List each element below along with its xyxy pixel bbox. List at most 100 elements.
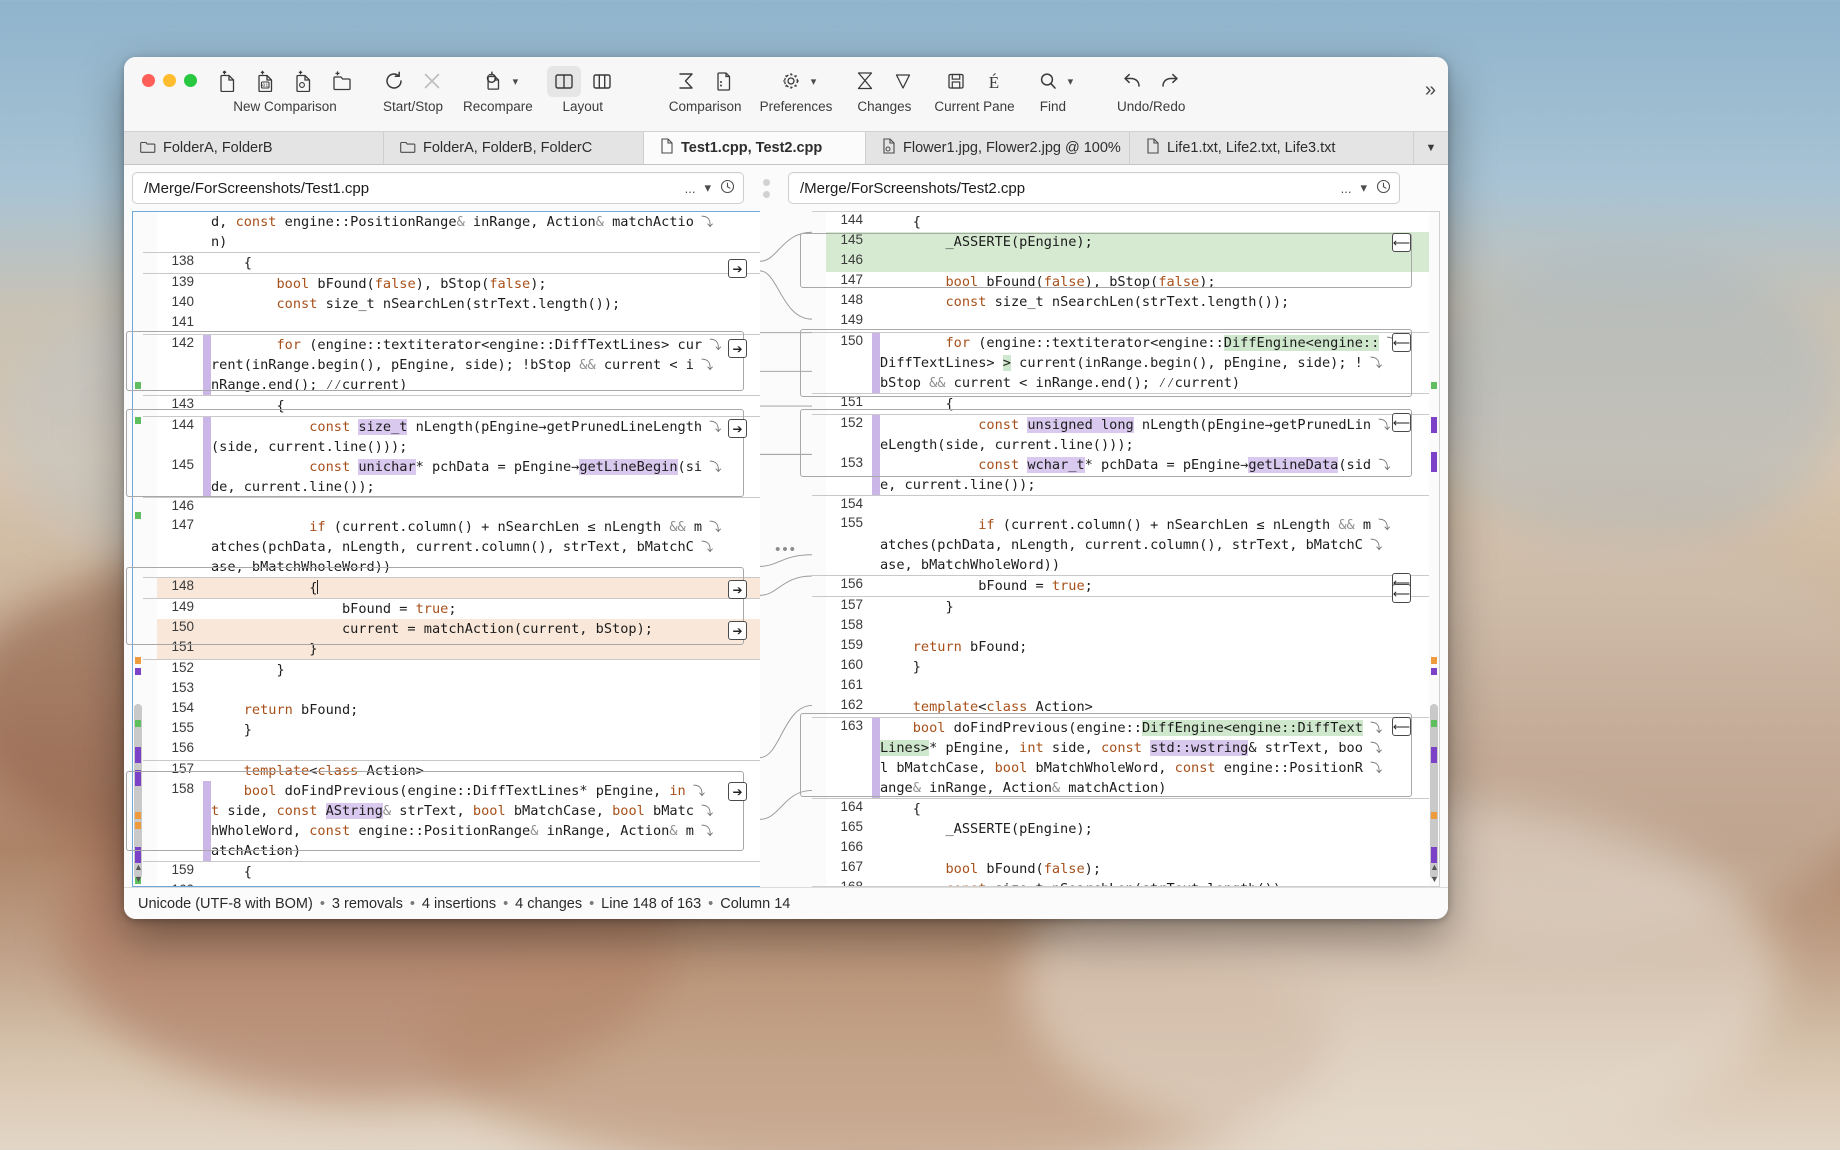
right-nav-arrows[interactable]: ▲ ▼ [1430, 862, 1439, 884]
previous-change-button[interactable] [848, 66, 882, 97]
new-file-comparison-button[interactable] [211, 66, 245, 97]
close-window-button[interactable] [142, 74, 155, 87]
code-line[interactable]: 156 bFound = true; [812, 575, 1429, 596]
code-line[interactable]: ase, bMatchWholeWord)) [143, 557, 760, 577]
code-line[interactable]: n) [143, 232, 760, 252]
recompare-button[interactable] [476, 66, 510, 97]
new-folder-comparison-button[interactable] [325, 66, 359, 97]
find-menu-chevron-down-icon[interactable]: ▾ [1068, 75, 1074, 88]
code-line[interactable]: 149 [812, 312, 1429, 332]
code-line[interactable]: DiffTextLines> > current(inRange.begin()… [812, 353, 1429, 373]
right-path-more-button[interactable]: ... [1341, 181, 1352, 196]
code-line[interactable]: 158 [812, 617, 1429, 637]
code-line[interactable]: 155 } [143, 720, 760, 740]
two-way-layout-button[interactable] [547, 66, 581, 97]
code-line[interactable]: 150 for (engine::textiterator<engine::Di… [812, 332, 1429, 353]
code-line[interactable]: eLength(side, current.line())); [812, 435, 1429, 455]
code-line[interactable]: 144 { [812, 212, 1429, 232]
right-code-lines[interactable]: 144 {145 _ASSERTE(pEngine);146147 bool b… [812, 212, 1429, 886]
tab-overflow-chevron-down-icon[interactable]: ▼ [1414, 132, 1448, 164]
right-path-field[interactable]: /Merge/ForScreenshots/Test2.cpp ... ▾ [788, 172, 1400, 204]
code-line[interactable]: 165 _ASSERTE(pEngine); [812, 819, 1429, 839]
left-path-chevron-down-icon[interactable]: ▾ [704, 180, 711, 196]
undo-button[interactable] [1115, 66, 1149, 97]
left-path-field[interactable]: /Merge/ForScreenshots/Test1.cpp ... ▾ [132, 172, 744, 204]
code-line[interactable]: 153 const wchar_t* pchData = pEngine→get… [812, 455, 1429, 475]
preferences-menu-chevron-down-icon[interactable]: ▾ [811, 75, 817, 88]
code-line[interactable]: e, current.line()); [812, 475, 1429, 495]
three-way-layout-button[interactable] [585, 66, 619, 97]
code-line[interactable]: 160 } [812, 657, 1429, 677]
left-path-history-icon[interactable] [720, 179, 735, 197]
code-line[interactable]: 148 const size_t nSearchLen(strText.leng… [812, 292, 1429, 312]
code-line[interactable]: 143 { [143, 395, 760, 416]
code-line[interactable]: 149 bFound = true; [143, 598, 760, 619]
left-code-pane[interactable]: ▲ ▼ d, const engine::PositionRange& inRa… [132, 211, 760, 887]
code-line[interactable]: 154 return bFound; [143, 700, 760, 720]
scroll-down-arrow-icon[interactable]: ▼ [134, 874, 143, 884]
scroll-down-arrow-icon[interactable]: ▼ [1430, 874, 1439, 884]
left-change-minimap[interactable]: ▲ ▼ [133, 212, 143, 886]
code-line[interactable]: 146 [143, 497, 760, 517]
code-line[interactable]: l bMatchCase, bool bMatchWholeWord, cons… [812, 758, 1429, 778]
code-line[interactable]: 150 current = matchAction(current, bStop… [143, 619, 760, 639]
code-line[interactable]: 151 } [143, 639, 760, 659]
right-change-minimap[interactable]: ▲ ▼ [1429, 212, 1439, 886]
tab-life1-life2-life3[interactable]: Life1.txt, Life2.txt, Life3.txt [1130, 132, 1414, 164]
code-line[interactable]: (side, current.line())); [143, 437, 760, 457]
code-line[interactable]: 141 [143, 314, 760, 334]
find-button[interactable] [1031, 66, 1065, 97]
tab-foldera-folderb[interactable]: FolderA, FolderB [124, 132, 384, 164]
tab-foldera-folderb-folderc[interactable]: FolderA, FolderB, FolderC [384, 132, 644, 164]
code-line[interactable]: 164 { [812, 798, 1429, 819]
new-binary-comparison-button[interactable]: 01 [249, 66, 283, 97]
code-line[interactable]: atchAction) [143, 841, 760, 861]
start-button[interactable] [377, 66, 411, 97]
code-line[interactable]: bStop && current < inRange.end(); ⁄⁄curr… [812, 373, 1429, 393]
code-line[interactable]: atches(pchData, nLength, current.column(… [812, 535, 1429, 555]
code-line[interactable]: 140 const size_t nSearchLen(strText.leng… [143, 294, 760, 314]
code-line[interactable]: 168 const size_t nSearchLen(strText.leng… [812, 879, 1429, 886]
code-line[interactable]: 142 for (engine::textiterator<engine::Di… [143, 334, 760, 355]
code-line[interactable]: hWholeWord, const engine::PositionRange&… [143, 821, 760, 841]
code-line[interactable]: 153 [143, 680, 760, 700]
right-path-chevron-down-icon[interactable]: ▾ [1360, 180, 1367, 196]
toolbar-overflow-button[interactable]: » [1425, 79, 1436, 102]
code-line[interactable]: 152 const unsigned long nLength(pEngine→… [812, 414, 1429, 435]
code-line[interactable]: rent(inRange.begin(), pEngine, side); !b… [143, 355, 760, 375]
code-line[interactable]: 145 const unichar* pchData = pEngine→get… [143, 457, 760, 477]
new-image-comparison-button[interactable] [287, 66, 321, 97]
code-line[interactable]: 162 template<class Action> [812, 697, 1429, 717]
left-nav-arrows[interactable]: ▲ ▼ [134, 862, 143, 884]
code-line[interactable]: 147 bool bFound(false), bStop(false); [812, 272, 1429, 292]
code-line[interactable]: Lines>* pEngine, int side, const std::ws… [812, 738, 1429, 758]
left-path-more-button[interactable]: ... [685, 181, 696, 196]
code-line[interactable]: 157 template<class Action> [143, 760, 760, 781]
scroll-up-arrow-icon[interactable]: ▲ [134, 862, 143, 872]
tab-test1-test2[interactable]: Test1.cpp, Test2.cpp [644, 132, 866, 164]
code-line[interactable]: 152 } [143, 659, 760, 680]
code-line[interactable]: d, const engine::PositionRange& inRange,… [143, 212, 760, 232]
code-line[interactable]: nRange.end(); ⁄⁄current) [143, 375, 760, 395]
code-line[interactable]: 157 } [812, 596, 1429, 617]
next-change-button[interactable] [886, 66, 920, 97]
right-code-pane[interactable]: 144 {145 _ASSERTE(pEngine);146147 bool b… [812, 211, 1440, 887]
right-path-history-icon[interactable] [1376, 179, 1391, 197]
code-line[interactable]: 166 [812, 839, 1429, 859]
stop-button[interactable] [415, 66, 449, 97]
code-line[interactable]: 156 [143, 740, 760, 760]
code-line[interactable]: ange& inRange, Action& matchAction) [812, 778, 1429, 798]
encoding-button[interactable]: É [977, 66, 1011, 97]
recompare-menu-chevron-down-icon[interactable]: ▾ [513, 75, 519, 88]
scroll-up-arrow-icon[interactable]: ▲ [1430, 862, 1439, 872]
redo-button[interactable] [1153, 66, 1187, 97]
code-line[interactable]: 151 { [812, 393, 1429, 414]
code-line[interactable]: 159 return bFound; [812, 637, 1429, 657]
code-line[interactable]: 163 bool doFindPrevious(engine::DiffEngi… [812, 717, 1429, 738]
code-line[interactable]: 158 bool doFindPrevious(engine::DiffText… [143, 781, 760, 801]
code-line[interactable]: 147 if (current.column() + nSearchLen ≤ … [143, 517, 760, 537]
code-line[interactable]: 144 const size_t nLength(pEngine→getPrun… [143, 416, 760, 437]
code-line[interactable]: 167 bool bFound(false); [812, 859, 1429, 879]
code-line[interactable]: 155 if (current.column() + nSearchLen ≤ … [812, 515, 1429, 535]
code-line[interactable]: t side, const AString& strText, bool bMa… [143, 801, 760, 821]
